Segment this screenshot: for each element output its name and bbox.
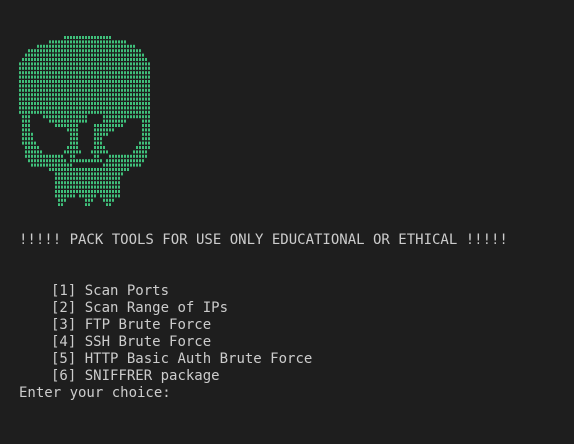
- menu-item-label: SSH Brute Force: [84, 334, 212, 350]
- menu-item-label: Scan Ports: [84, 283, 170, 299]
- warning-banner: !!!!! PACK TOOLS FOR USE ONLY EDUCATIONA…: [19, 232, 508, 248]
- menu-item-key: [3]: [51, 317, 77, 333]
- menu-item-http-auth-brute-force: [5] HTTP Basic Auth Brute Force: [51, 351, 312, 368]
- menu-item-ftp-brute-force: [3] FTP Brute Force: [51, 317, 211, 334]
- prompt-label: Enter your choice:: [19, 385, 171, 401]
- menu-item-key: [1]: [51, 283, 77, 299]
- terminal-window: !!!!! PACK TOOLS FOR USE ONLY EDUCATIONA…: [0, 0, 574, 444]
- menu-item-label: Scan Range of IPs: [84, 300, 229, 316]
- choice-prompt: Enter your choice:: [19, 385, 187, 402]
- menu-item-key: [2]: [51, 300, 77, 316]
- menu-item-key: [5]: [51, 351, 77, 367]
- menu-item-label: HTTP Basic Auth Brute Force: [84, 351, 313, 367]
- menu-item-scan-range: [2] Scan Range of IPs: [51, 300, 228, 317]
- menu-item-ssh-brute-force: [4] SSH Brute Force: [51, 334, 211, 351]
- menu-item-key: [4]: [51, 334, 77, 350]
- choice-input[interactable]: [179, 386, 187, 401]
- menu-item-scan-ports: [1] Scan Ports: [51, 283, 169, 300]
- skull-icon: [19, 36, 150, 206]
- menu-item-sniffer-package: [6] SNIFFRER package: [51, 368, 220, 385]
- menu-item-key: [6]: [51, 368, 77, 384]
- menu-item-label: FTP Brute Force: [84, 317, 212, 333]
- menu-item-label: SNIFFRER package: [84, 368, 220, 384]
